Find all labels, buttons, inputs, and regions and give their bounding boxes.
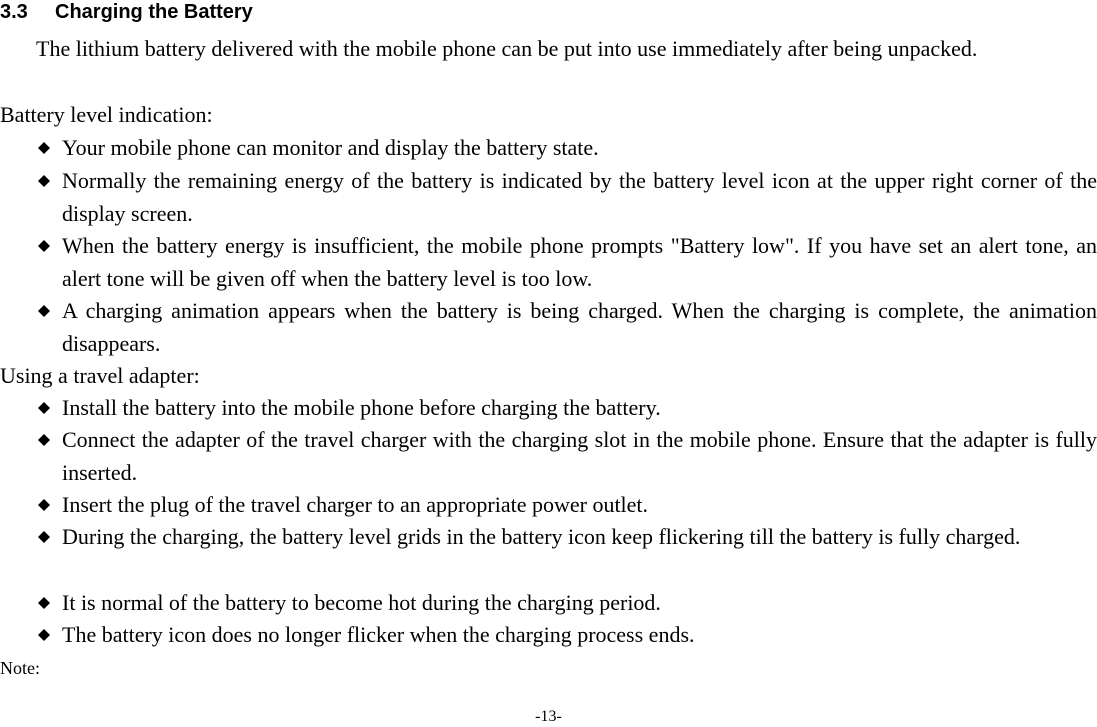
travel-adapter-label: Using a travel adapter: [0,363,200,388]
diamond-bullet-icon [38,597,50,609]
list-item-text: Connect the adapter of the travel charge… [62,427,1097,485]
list-item: When the battery energy is insufficient,… [0,230,1097,295]
intro-paragraph: The lithium battery delivered with the m… [36,36,978,61]
list-item-text: Normally the remaining energy of the bat… [62,168,1097,226]
list-item-text: It is normal of the battery to become ho… [62,590,661,615]
list-item: Your mobile phone can monitor and displa… [0,132,1097,165]
diamond-bullet-icon [38,434,50,446]
list-item-text: Insert the plug of the travel charger to… [62,492,649,517]
diamond-bullet-icon [38,499,50,511]
diamond-bullet-icon [38,531,50,543]
list-item: It is normal of the battery to become ho… [0,587,1097,620]
list-item: A charging animation appears when the ba… [0,295,1097,360]
list-item-text: Your mobile phone can monitor and displa… [62,135,599,160]
diamond-bullet-icon [38,629,50,641]
diamond-bullet-icon [38,402,50,414]
list-item-text: The battery icon does no longer flicker … [62,622,695,647]
battery-level-label: Battery level indication: [0,102,213,127]
list-item-text: Install the battery into the mobile phon… [62,395,661,420]
list-item: Insert the plug of the travel charger to… [0,489,1097,522]
page-number: -13- [535,708,562,725]
diamond-bullet-icon [38,142,50,154]
diamond-bullet-icon [38,305,50,317]
diamond-bullet-icon [38,240,50,252]
list-item: During the charging, the battery level g… [0,521,1097,554]
note-label: Note: [0,658,40,678]
list-item-text: During the charging, the battery level g… [62,524,1021,549]
list-item: Install the battery into the mobile phon… [0,392,1097,425]
list-item-text: When the battery energy is insufficient,… [62,233,1097,291]
diamond-bullet-icon [38,175,50,187]
list-item: Normally the remaining energy of the bat… [0,165,1097,230]
list-item: The battery icon does no longer flicker … [0,619,1097,652]
section-title: Charging the Battery [55,1,253,23]
list-item: Connect the adapter of the travel charge… [0,424,1097,489]
section-number: 3.3 [0,1,28,23]
section-heading: 3.3 Charging the Battery [0,0,253,24]
list-item-text: A charging animation appears when the ba… [62,298,1097,356]
